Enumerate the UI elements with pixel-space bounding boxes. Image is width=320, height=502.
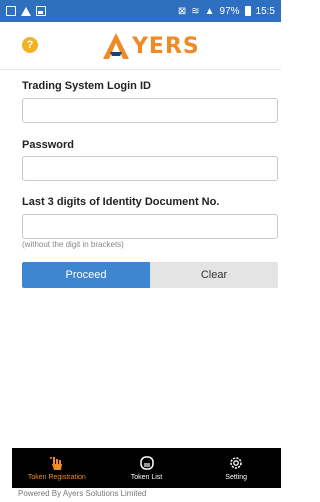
form-actions: Proceed Clear (22, 262, 278, 288)
status-left-icons (6, 6, 46, 16)
question-icon[interactable]: ? (22, 37, 38, 53)
app-header: ? YERS (0, 22, 281, 70)
signal-icon: ▲ (204, 5, 215, 17)
tab-token-list[interactable]: Token List (102, 448, 192, 488)
login-id-input[interactable] (22, 98, 278, 123)
clock: 15:5 (255, 5, 275, 17)
ayers-logo: YERS (102, 30, 200, 62)
id-digits-label: Last 3 digits of Identity Document No. (22, 196, 220, 208)
wifi-icon: ≋ (191, 5, 200, 17)
token-icon (139, 456, 154, 470)
clear-button[interactable]: Clear (150, 262, 278, 288)
password-label: Password (22, 139, 74, 151)
password-input[interactable] (22, 156, 278, 181)
tab-label: Token List (130, 474, 163, 481)
tab-setting[interactable]: Setting (191, 448, 281, 488)
notification-icon (6, 6, 16, 16)
battery-icon (244, 6, 251, 16)
tab-token-registration[interactable]: Token Registration (12, 448, 102, 488)
logo-a-mark-icon (103, 33, 129, 59)
mute-icon: ⊠ (177, 5, 187, 17)
footer-credit: Powered By Ayers Solutions Limited (18, 489, 147, 498)
battery-percent: 97% (219, 5, 240, 17)
warning-icon (21, 6, 31, 16)
proceed-button[interactable]: Proceed (22, 262, 150, 288)
tab-label: Setting (225, 474, 248, 481)
id-digits-hint: (without the digit in brackets) (22, 240, 124, 249)
status-bar: ⊠ ≋ ▲ 97% 15:5 (0, 0, 281, 22)
bottom-tab-bar: Token Registration Token List Setting (12, 448, 281, 488)
logo-text: YERS (132, 33, 200, 59)
gear-icon (230, 457, 242, 469)
id-digits-input[interactable] (22, 214, 278, 239)
login-id-label: Trading System Login ID (22, 80, 151, 92)
tab-label: Token Registration (27, 474, 86, 481)
hand-touch-icon (49, 457, 62, 470)
status-right-icons: ⊠ ≋ ▲ 97% 15:5 (178, 6, 275, 17)
image-icon (36, 6, 46, 16)
